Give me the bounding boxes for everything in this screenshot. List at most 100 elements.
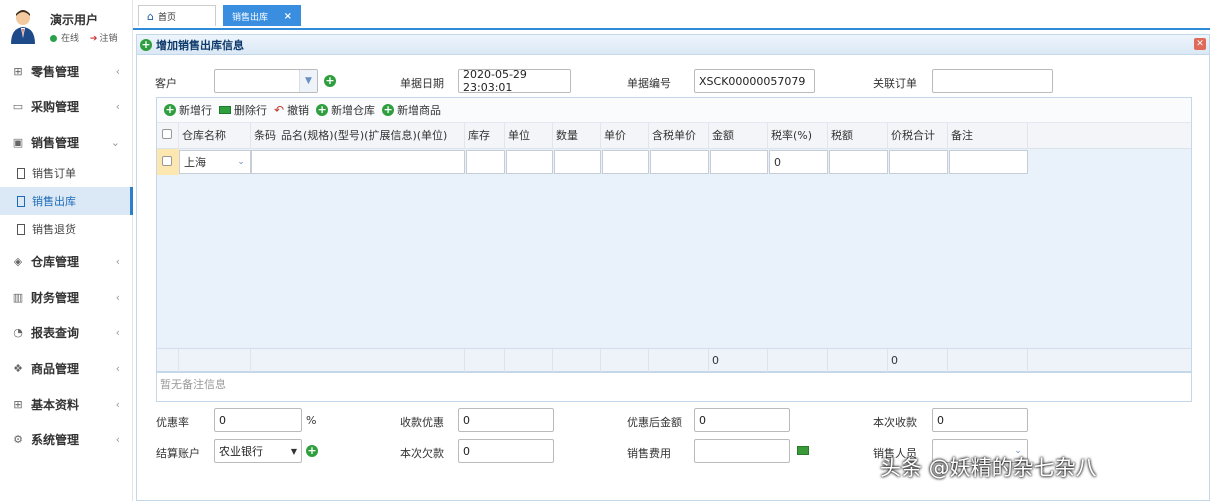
collect-discount-label: 收款优惠: [400, 416, 444, 429]
logout-icon[interactable]: ➔: [90, 34, 98, 44]
sidebar-item-label: 零售管理: [31, 64, 80, 79]
account-value: 农业银行: [219, 445, 263, 458]
column-header[interactable]: 价税合计: [888, 123, 948, 149]
collect-discount-input[interactable]: 0: [458, 408, 554, 432]
column-header[interactable]: 含税单价: [649, 123, 709, 149]
select-all-cell: [157, 123, 179, 149]
sidebar-subitem-label: 销售订单: [32, 167, 76, 180]
account-select[interactable]: 农业银行 ▼: [214, 439, 302, 463]
chevron-left-icon: ‹: [115, 432, 120, 446]
unit-price-cell-input[interactable]: [602, 150, 649, 174]
logout-link[interactable]: 注销: [99, 34, 117, 44]
select-all-checkbox[interactable]: [162, 129, 172, 139]
sidebar-item-sales[interactable]: ▣ 销售管理 ⌄: [0, 127, 133, 157]
briefcase-icon: ▣: [12, 135, 24, 149]
remark-cell-input[interactable]: [949, 150, 1028, 174]
sidebar-subitem-label: 销售出库: [32, 195, 76, 208]
user-status: 在线 ➔ 注销: [50, 31, 117, 44]
debt-input[interactable]: 0: [458, 439, 554, 463]
after-discount-label: 优惠后金额: [627, 416, 682, 429]
footer-cell: [465, 349, 505, 372]
column-header[interactable]: 数量: [553, 123, 601, 149]
sidebar-item-system[interactable]: ⚙ 系统管理 ‹: [0, 424, 133, 454]
sidebar-item-basic-data[interactable]: ⊞ 基本资料 ‹: [0, 389, 133, 419]
delete-row-button[interactable]: 删除行: [219, 102, 267, 118]
number-input[interactable]: XSCK00000057079: [694, 69, 815, 93]
add-row-button[interactable]: + 新增行: [164, 102, 212, 118]
sidebar-item-retail[interactable]: ⊞ 零售管理 ‹: [0, 56, 133, 86]
column-header[interactable]: 税额: [828, 123, 888, 149]
after-discount-input[interactable]: 0: [694, 408, 790, 432]
add-warehouse-button[interactable]: + 新增仓库: [316, 102, 375, 118]
sidebar-subitem-sales-order[interactable]: 销售订单: [0, 159, 133, 187]
chevron-left-icon: ‹: [115, 290, 120, 304]
tax-unit-price-cell-input[interactable]: [650, 150, 709, 174]
chevron-down-icon[interactable]: ▼: [299, 70, 317, 92]
tab-home[interactable]: ⌂ 首页: [138, 5, 216, 26]
discount-rate-input[interactable]: 0: [214, 408, 302, 432]
sidebar-subitem-sales-return[interactable]: 销售退货: [0, 215, 133, 243]
debt-label: 本次欠款: [400, 447, 444, 460]
product-cell-input[interactable]: [251, 150, 465, 174]
chevron-down-icon[interactable]: ⌄: [232, 151, 250, 173]
button-label: 新增仓库: [331, 104, 376, 117]
column-header[interactable]: 税率(%): [768, 123, 828, 149]
quantity-cell-input[interactable]: [554, 150, 601, 174]
money-icon[interactable]: [797, 446, 809, 455]
footer-cell: [553, 349, 601, 372]
debt-value: 0: [463, 444, 470, 458]
sidebar-item-label: 仓库管理: [31, 254, 80, 269]
column-header[interactable]: 仓库名称: [179, 123, 251, 149]
undo-button[interactable]: ↶ 撤销: [274, 102, 309, 118]
add-customer-icon[interactable]: +: [324, 75, 336, 87]
sidebar-item-warehouse[interactable]: ◈ 仓库管理 ‹: [0, 246, 133, 276]
remark-textarea[interactable]: 暂无备注信息: [156, 372, 1192, 402]
column-header[interactable]: 单位: [505, 123, 553, 149]
warehouse-cell-combobox[interactable]: 上海 ⌄: [179, 150, 251, 174]
grid-body: 上海 ⌄ 0: [157, 149, 1191, 348]
column-header[interactable]: 库存: [465, 123, 505, 149]
add-product-button[interactable]: + 新增商品: [382, 102, 441, 118]
date-input[interactable]: 2020-05-29 23:03:01: [458, 68, 571, 94]
chevron-left-icon: ‹: [115, 361, 120, 375]
sidebar-item-reports[interactable]: ◔ 报表查询 ‹: [0, 317, 133, 347]
column-header[interactable]: 品名(规格)(型号)(扩展信息)(单位): [278, 123, 465, 149]
user-panel: 演示用户 在线 ➔ 注销: [0, 0, 132, 55]
linked-order-input[interactable]: [932, 69, 1053, 93]
tab-sales-outbound[interactable]: 销售出库 ×: [223, 5, 301, 26]
footer-cell: [768, 349, 828, 372]
tax-rate-cell-input[interactable]: 0: [769, 150, 828, 174]
close-icon[interactable]: ✕: [1194, 38, 1206, 50]
stock-cell-input[interactable]: [466, 150, 505, 174]
after-discount-value: 0: [699, 413, 706, 427]
this-collect-input[interactable]: 0: [932, 408, 1028, 432]
sales-fee-input[interactable]: [694, 439, 790, 463]
sidebar-subitem-sales-outbound[interactable]: 销售出库: [0, 187, 133, 215]
monitor-icon: ▭: [12, 99, 24, 113]
sales-fee-label: 销售费用: [627, 447, 671, 460]
sidebar-item-products[interactable]: ❖ 商品管理 ‹: [0, 353, 133, 383]
pie-chart-icon: ◔: [13, 325, 23, 339]
unit-cell-input[interactable]: [506, 150, 553, 174]
column-header[interactable]: 条码: [251, 123, 277, 149]
total-with-tax-cell-input[interactable]: [889, 150, 948, 174]
add-account-icon[interactable]: +: [306, 445, 318, 457]
sidebar: 演示用户 在线 ➔ 注销 ⊞ 零售管理 ‹ ▭ 采购管理 ‹ ▣ 销售管理 ⌄ 销…: [0, 0, 133, 501]
tax-amount-cell-input[interactable]: [829, 150, 888, 174]
sidebar-item-purchase[interactable]: ▭ 采购管理 ‹: [0, 91, 133, 121]
column-header[interactable]: 单价: [601, 123, 649, 149]
this-collect-value: 0: [937, 413, 944, 427]
tab-close-icon[interactable]: ×: [284, 11, 292, 22]
sidebar-item-label: 采购管理: [31, 99, 80, 114]
row-checkbox[interactable]: [162, 156, 172, 166]
remove-icon: [219, 106, 231, 114]
chevron-down-icon: ⌄: [110, 135, 120, 149]
discount-rate-value: 0: [219, 413, 226, 427]
column-header[interactable]: 备注: [948, 123, 1028, 149]
sidebar-item-finance[interactable]: ▥ 财务管理 ‹: [0, 282, 133, 312]
amount-cell-input[interactable]: [710, 150, 768, 174]
account-label: 结算账户: [156, 447, 200, 460]
column-header[interactable]: 金额: [709, 123, 768, 149]
sidebar-item-label: 财务管理: [31, 290, 80, 305]
customer-combobox[interactable]: ▼: [214, 69, 318, 93]
